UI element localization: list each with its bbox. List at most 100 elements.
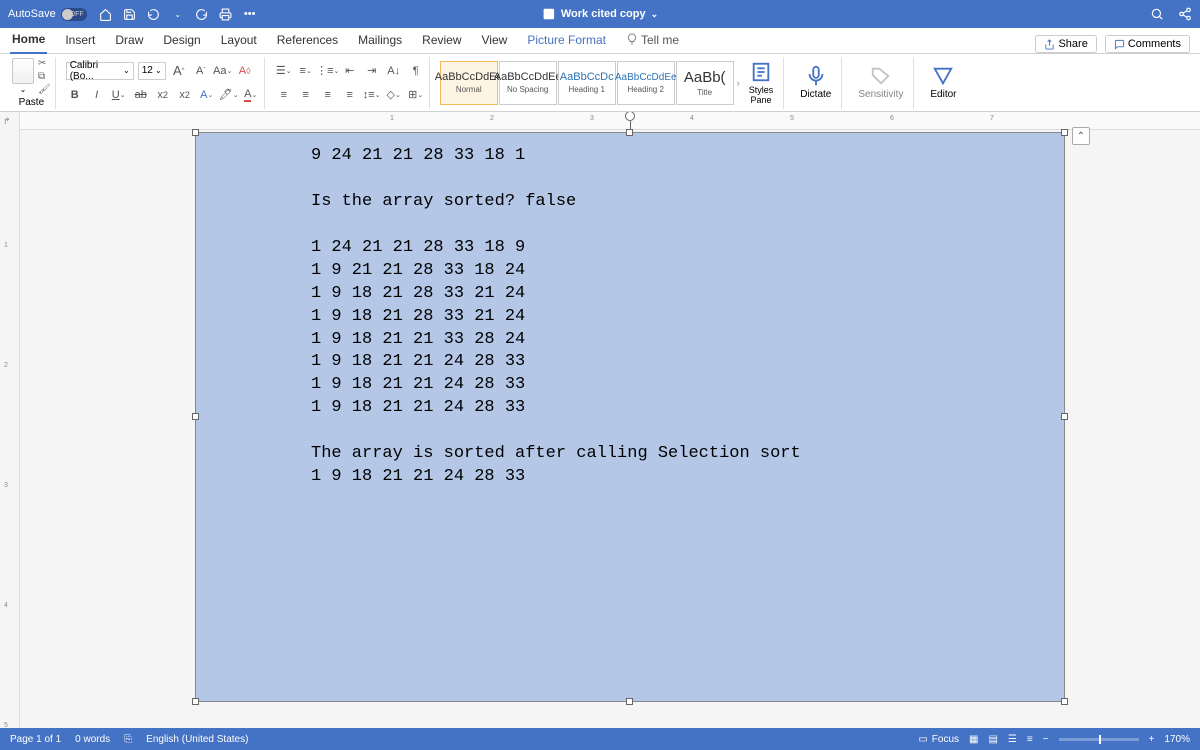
line-spacing-button[interactable]: ↕≡⌄ xyxy=(363,86,381,104)
view-print-icon[interactable]: ▦ xyxy=(969,734,978,745)
view-outline-icon[interactable]: ≡ xyxy=(1027,734,1033,745)
bold-button[interactable]: B xyxy=(66,86,84,104)
subscript-button[interactable]: x2 xyxy=(154,86,172,104)
align-left-button[interactable]: ≡ xyxy=(275,86,293,104)
resize-handle-bl[interactable] xyxy=(192,698,199,705)
sort-button[interactable]: A↓ xyxy=(385,62,403,80)
zoom-in-button[interactable]: + xyxy=(1149,734,1155,745)
resize-handle-tr[interactable] xyxy=(1061,129,1068,136)
borders-button[interactable]: ⊞⌄ xyxy=(407,86,425,104)
tab-mailings[interactable]: Mailings xyxy=(356,29,404,53)
style-heading-2[interactable]: AaBbCcDdEeHeading 2 xyxy=(617,61,675,105)
tab-draw[interactable]: Draw xyxy=(113,29,145,53)
zoom-level[interactable]: 170% xyxy=(1164,734,1190,745)
autosave-state: OFF xyxy=(70,11,84,18)
styles-scroll[interactable]: › xyxy=(734,78,743,88)
tab-home[interactable]: Home xyxy=(10,28,47,54)
mic-icon xyxy=(805,65,827,87)
text-effects-button[interactable]: A⌄ xyxy=(198,86,216,104)
show-marks-button[interactable]: ¶ xyxy=(407,62,425,80)
paste-button[interactable]: ⌄ xyxy=(12,58,34,95)
tab-view[interactable]: View xyxy=(480,29,510,53)
tab-insert[interactable]: Insert xyxy=(63,29,97,53)
tab-review[interactable]: Review xyxy=(420,29,463,53)
view-read-icon[interactable]: ☰ xyxy=(1008,734,1017,745)
undo-icon[interactable] xyxy=(147,7,161,21)
tab-picture-format[interactable]: Picture Format xyxy=(525,29,608,53)
language-indicator[interactable]: English (United States) xyxy=(146,734,248,745)
decrease-indent-button[interactable]: ⇤ xyxy=(341,62,359,80)
tab-layout[interactable]: Layout xyxy=(219,29,259,53)
resize-handle-tl[interactable] xyxy=(192,129,199,136)
grow-font-button[interactable]: A^ xyxy=(170,62,188,80)
resize-handle-mr[interactable] xyxy=(1061,413,1068,420)
redo-icon[interactable] xyxy=(195,7,209,21)
resize-handle-bm[interactable] xyxy=(626,698,633,705)
layout-options-icon[interactable]: ⌃ xyxy=(1072,127,1090,145)
styles-pane-button[interactable]: Styles Pane xyxy=(743,61,780,105)
document-body: 9 24 21 21 28 33 18 1 Is the array sorte… xyxy=(196,133,1064,501)
tab-references[interactable]: References xyxy=(275,29,340,53)
style-title[interactable]: AaBb(Title xyxy=(676,61,734,105)
strikethrough-button[interactable]: ab xyxy=(132,86,150,104)
numbering-button[interactable]: ≡⌄ xyxy=(297,62,315,80)
view-web-icon[interactable]: ▤ xyxy=(988,734,997,745)
change-case-button[interactable]: Aa⌄ xyxy=(214,62,232,80)
tab-design[interactable]: Design xyxy=(161,29,202,53)
picture-object[interactable]: ⌃ 9 24 21 21 28 33 18 1 Is the array sor… xyxy=(195,132,1065,702)
vertical-ruler: ↱ 1 2 3 4 5 xyxy=(0,112,20,750)
save-icon[interactable] xyxy=(123,7,137,21)
font-color-button[interactable]: A⌄ xyxy=(242,86,260,104)
dictate-button[interactable]: Dictate xyxy=(794,65,837,100)
resize-handle-ml[interactable] xyxy=(192,413,199,420)
share-quick-icon[interactable] xyxy=(1178,7,1192,21)
more-icon[interactable]: ••• xyxy=(243,7,257,21)
bulb-icon xyxy=(626,33,638,45)
align-center-button[interactable]: ≡ xyxy=(297,86,315,104)
share-button[interactable]: Share xyxy=(1035,35,1096,53)
clear-format-button[interactable]: A◊ xyxy=(236,62,254,80)
sensitivity-button[interactable]: Sensitivity xyxy=(852,65,909,100)
underline-button[interactable]: U⌄ xyxy=(110,86,128,104)
style-no-spacing[interactable]: AaBbCcDdEeNo Spacing xyxy=(499,61,557,105)
style-normal[interactable]: AaBbCcDdEeNormal xyxy=(440,61,498,105)
resize-handle-br[interactable] xyxy=(1061,698,1068,705)
chevron-down-icon[interactable]: ⌄ xyxy=(171,7,185,21)
page-indicator[interactable]: Page 1 of 1 xyxy=(10,734,61,745)
focus-mode-button[interactable]: ▭ Focus xyxy=(918,734,959,745)
bullets-button[interactable]: ☰⌄ xyxy=(275,62,293,80)
editor-icon xyxy=(932,65,954,87)
copy-icon[interactable]: ⧉ xyxy=(38,71,51,82)
justify-button[interactable]: ≡ xyxy=(341,86,359,104)
font-size-select[interactable]: 12⌄ xyxy=(138,62,166,80)
increase-indent-button[interactable]: ⇥ xyxy=(363,62,381,80)
tab-tell-me[interactable]: Tell me xyxy=(624,29,681,53)
format-painter-icon[interactable]: 🖌 xyxy=(38,84,51,95)
home-icon[interactable] xyxy=(99,7,113,21)
autosave-toggle[interactable]: OFF xyxy=(61,8,87,21)
editor-button[interactable]: Editor xyxy=(924,65,962,100)
shrink-font-button[interactable]: Aˇ xyxy=(192,62,210,80)
multilevel-button[interactable]: ⋮≡⌄ xyxy=(319,62,337,80)
styles-pane-icon xyxy=(750,61,772,83)
align-right-button[interactable]: ≡ xyxy=(319,86,337,104)
search-icon[interactable] xyxy=(1150,7,1164,21)
cut-icon[interactable]: ✂ xyxy=(38,58,51,69)
comments-button[interactable]: Comments xyxy=(1105,35,1190,53)
word-count[interactable]: 0 words xyxy=(75,734,110,745)
styles-gallery[interactable]: AaBbCcDdEeNormalAaBbCcDdEeNo SpacingAaBb… xyxy=(440,61,734,105)
document-title[interactable]: Work cited copy ⌄ xyxy=(542,7,658,21)
zoom-slider[interactable] xyxy=(1059,738,1139,741)
resize-handle-tm[interactable] xyxy=(626,129,633,136)
superscript-button[interactable]: x2 xyxy=(176,86,194,104)
share-icon xyxy=(1044,39,1055,50)
shading-button[interactable]: ◇⌄ xyxy=(385,86,403,104)
zoom-out-button[interactable]: − xyxy=(1043,734,1049,745)
font-name-select[interactable]: Calibri (Bo...⌄ xyxy=(66,62,134,80)
italic-button[interactable]: I xyxy=(88,86,106,104)
highlight-button[interactable]: 🖊⌄ xyxy=(220,86,238,104)
spellcheck-icon[interactable]: ⎘ xyxy=(124,734,132,745)
print-icon[interactable] xyxy=(219,7,233,21)
style-heading-1[interactable]: AaBbCcDcHeading 1 xyxy=(558,61,616,105)
tab-selector[interactable]: ↱ xyxy=(3,116,11,127)
